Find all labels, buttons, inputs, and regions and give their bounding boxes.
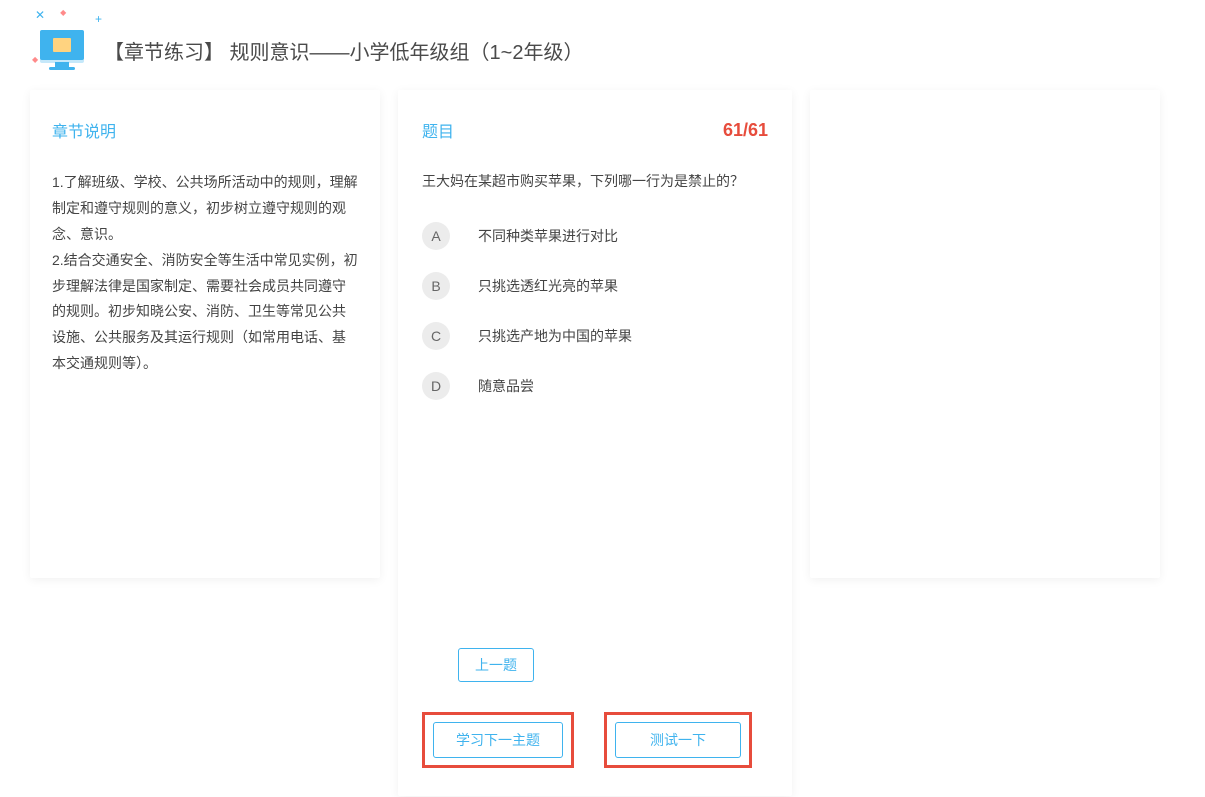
page-header: ✕ ◆ + ◆ 【章节练习】 规则意识——小学低年级组（1~2年级）: [0, 0, 1205, 90]
previous-question-button[interactable]: 上一题: [458, 648, 534, 682]
highlighted-buttons-row: 学习下一主题 测试一下: [422, 712, 768, 768]
section-title: 章节说明: [52, 118, 358, 142]
option-text: 只挑选透红光亮的苹果: [478, 276, 618, 296]
option-text: 随意品尝: [478, 376, 534, 396]
prev-button-row: 上一题: [458, 648, 768, 682]
option-text: 不同种类苹果进行对比: [478, 226, 618, 246]
question-progress: 61/61: [723, 120, 768, 141]
decoration-diamond-icon: ◆: [60, 8, 66, 22]
answer-option-d[interactable]: D 随意品尝: [422, 372, 768, 400]
right-empty-panel: [810, 90, 1160, 578]
option-letter: B: [422, 272, 450, 300]
answer-option-b[interactable]: B 只挑选透红光亮的苹果: [422, 272, 768, 300]
option-text: 只挑选产地为中国的苹果: [478, 326, 632, 346]
decoration-diamond-icon: ◆: [32, 55, 38, 64]
option-letter: C: [422, 322, 450, 350]
question-title: 题目: [422, 118, 454, 142]
decoration-cross-icon: ✕: [35, 8, 45, 22]
decoration-plus-icon: +: [95, 12, 102, 26]
next-topic-button[interactable]: 学习下一主题: [433, 722, 563, 758]
option-letter: A: [422, 222, 450, 250]
highlight-box-test: 测试一下: [604, 712, 752, 768]
answer-option-c[interactable]: C 只挑选产地为中国的苹果: [422, 322, 768, 350]
button-area: 上一题 学习下一主题 测试一下: [422, 648, 768, 768]
answer-option-a[interactable]: A 不同种类苹果进行对比: [422, 222, 768, 250]
chapter-description-text: 1.了解班级、学校、公共场所活动中的规则，理解制定和遵守规则的意义，初步树立遵守…: [52, 170, 358, 377]
content-area: 章节说明 1.了解班级、学校、公共场所活动中的规则，理解制定和遵守规则的意义，初…: [0, 90, 1205, 796]
chapter-description-panel: 章节说明 1.了解班级、学校、公共场所活动中的规则，理解制定和遵守规则的意义，初…: [30, 90, 380, 578]
highlight-box-next: 学习下一主题: [422, 712, 574, 768]
test-button[interactable]: 测试一下: [615, 722, 741, 758]
option-letter: D: [422, 372, 450, 400]
header-decoration: ✕ ◆: [35, 8, 66, 22]
monitor-book-icon: [40, 30, 84, 70]
question-header: 题目 61/61: [422, 118, 768, 142]
question-text: 王大妈在某超市购买苹果，下列哪一行为是禁止的？: [422, 170, 768, 192]
question-panel: 题目 61/61 王大妈在某超市购买苹果，下列哪一行为是禁止的？ A 不同种类苹…: [398, 90, 792, 796]
page-title: 【章节练习】 规则意识——小学低年级组（1~2年级）: [104, 36, 583, 65]
